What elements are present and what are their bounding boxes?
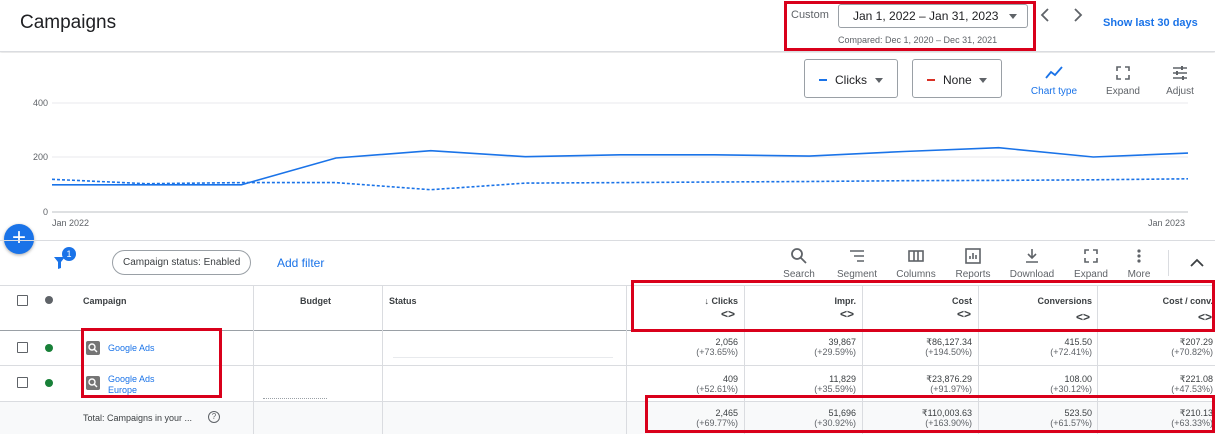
col-campaign[interactable]: Campaign (83, 296, 127, 306)
reports-button[interactable]: Reports (952, 247, 994, 280)
row-checkbox[interactable] (17, 342, 28, 353)
download-icon (1026, 249, 1038, 263)
cell-impr: 39,867 (+29.59%) (814, 337, 856, 357)
help-icon[interactable]: ? (208, 411, 220, 423)
cell-cost: ₹86,127.34 (+194.50%) (925, 337, 972, 357)
divider (0, 240, 1215, 241)
cell-clicks: 2,056 (+73.65%) (696, 337, 738, 357)
cell-conversions: 415.50 (+72.41%) (1050, 337, 1092, 357)
reports-label: Reports (955, 269, 991, 280)
col-status[interactable]: Status (389, 296, 417, 306)
col-budget[interactable]: Budget (300, 296, 331, 306)
annotation-box (81, 328, 222, 398)
status-dot-enabled (45, 344, 53, 352)
search-icon (791, 248, 807, 264)
total-label: Total: Campaigns in your ... (83, 413, 193, 423)
cell-impr: 11,829 (+35.59%) (814, 374, 856, 394)
column-divider (253, 286, 254, 434)
status-dot-header (45, 296, 53, 304)
row-checkbox[interactable] (17, 377, 28, 388)
collapse-button[interactable] (1188, 255, 1206, 271)
segment-label: Segment (836, 269, 878, 280)
status-dot-enabled (45, 379, 53, 387)
cell-clicks: 409 (+52.61%) (696, 374, 738, 394)
table-expand-label: Expand (1074, 269, 1108, 280)
cell-cost-conv: ₹221.08 (+47.53%) (1171, 374, 1213, 394)
budget-placeholder (263, 398, 327, 399)
segment-icon (850, 250, 864, 262)
filter-button[interactable]: 1 (52, 247, 76, 273)
reports-icon (965, 248, 981, 264)
more-button[interactable]: More (1124, 247, 1154, 280)
columns-button[interactable]: Columns (894, 247, 938, 280)
download-button[interactable]: Download (1008, 247, 1056, 280)
more-vert-icon (1137, 249, 1141, 263)
segment-button[interactable]: Segment (834, 247, 880, 280)
add-filter-link[interactable]: Add filter (277, 256, 324, 270)
search-label: Search (783, 269, 815, 280)
columns-label: Columns (896, 269, 936, 280)
cell-conversions: 108.00 (+30.12%) (1050, 374, 1092, 394)
add-campaign-button[interactable]: + (4, 224, 34, 254)
columns-icon (908, 250, 924, 262)
annotation-box (645, 395, 1215, 433)
divider (1168, 250, 1169, 276)
cell-cost: ₹23,876.29 (+91.97%) (926, 374, 972, 394)
download-label: Download (1009, 269, 1055, 280)
chevron-up-icon (1190, 258, 1204, 267)
performance-line-chart (51, 102, 1189, 213)
more-label: More (1127, 269, 1151, 280)
status-placeholder (393, 357, 613, 358)
clicks-series-line (52, 146, 1189, 186)
search-button[interactable]: Search (780, 247, 818, 280)
filter-count-badge: 1 (62, 247, 76, 261)
column-divider (626, 286, 627, 434)
annotation-box (631, 280, 1215, 332)
table-expand-button[interactable]: Expand (1070, 247, 1112, 280)
status-filter-chip[interactable]: Campaign status: Enabled (112, 250, 252, 275)
select-all-checkbox[interactable] (17, 295, 28, 306)
column-divider (382, 286, 383, 434)
cell-cost-conv: ₹207.29 (+70.82%) (1171, 337, 1213, 357)
expand-icon (1084, 249, 1098, 263)
